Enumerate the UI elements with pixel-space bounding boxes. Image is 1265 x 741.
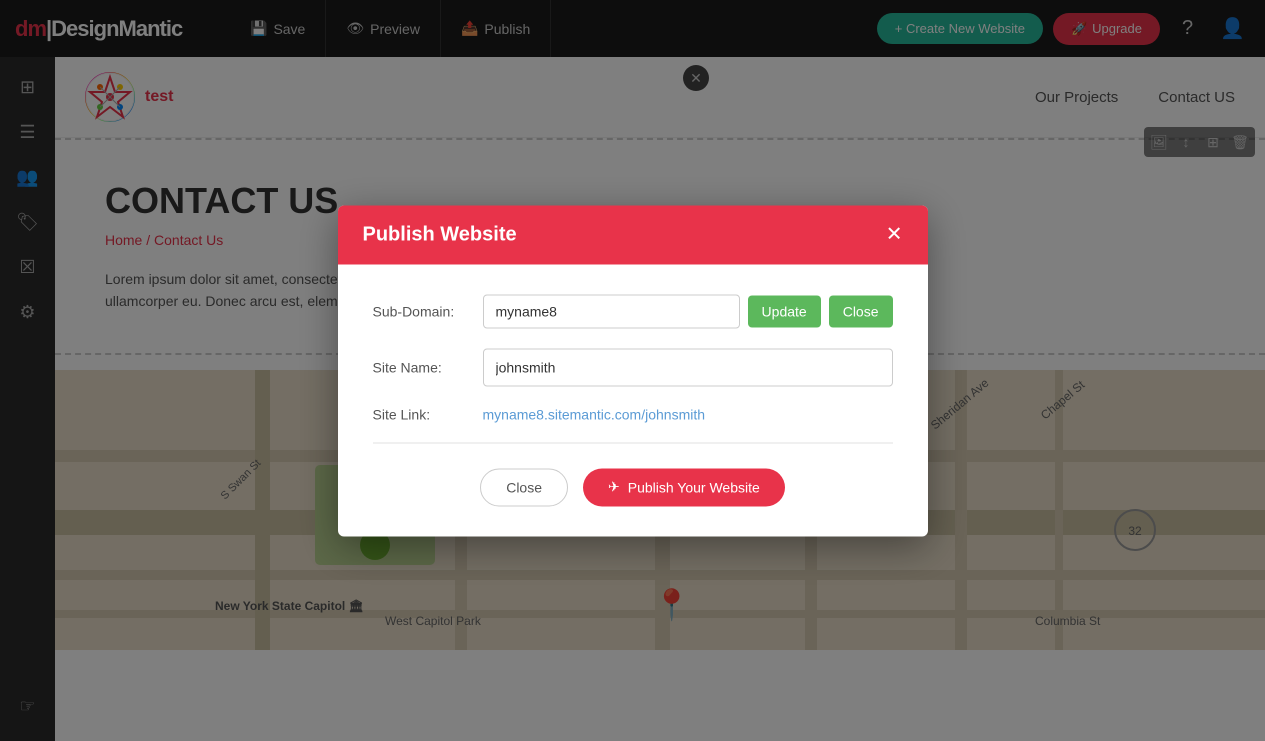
- publish-modal: Publish Website ✕ Sub-Domain: Update Clo…: [338, 205, 928, 536]
- update-button[interactable]: Update: [748, 295, 821, 327]
- subdomain-row: Sub-Domain: Update Close: [373, 294, 893, 328]
- sitelink-label: Site Link:: [373, 406, 483, 422]
- modal-footer: Close ✈ Publish Your Website: [373, 468, 893, 506]
- sitename-label: Site Name:: [373, 359, 483, 375]
- sitelink-value[interactable]: myname8.sitemantic.com/johnsmith: [483, 406, 706, 422]
- sitename-row: Site Name:: [373, 348, 893, 386]
- modal-header: Publish Website ✕: [338, 205, 928, 264]
- modal-footer-close-button[interactable]: Close: [480, 468, 568, 506]
- subdomain-label: Sub-Domain:: [373, 303, 483, 319]
- modal-divider: [373, 442, 893, 443]
- sitename-controls: [483, 348, 893, 386]
- publish-website-button[interactable]: ✈ Publish Your Website: [583, 468, 785, 506]
- subdomain-controls: Update Close: [483, 294, 893, 328]
- modal-close-x-button[interactable]: ✕: [886, 225, 903, 245]
- sitelink-row: Site Link: myname8.sitemantic.com/johnsm…: [373, 406, 893, 422]
- modal-title: Publish Website: [363, 223, 517, 246]
- publish-plane-icon: ✈: [608, 479, 620, 496]
- modal-body: Sub-Domain: Update Close Site Name: Site…: [338, 264, 928, 536]
- sitename-input[interactable]: [483, 348, 893, 386]
- subdomain-close-button[interactable]: Close: [829, 295, 893, 327]
- subdomain-input[interactable]: [483, 294, 740, 328]
